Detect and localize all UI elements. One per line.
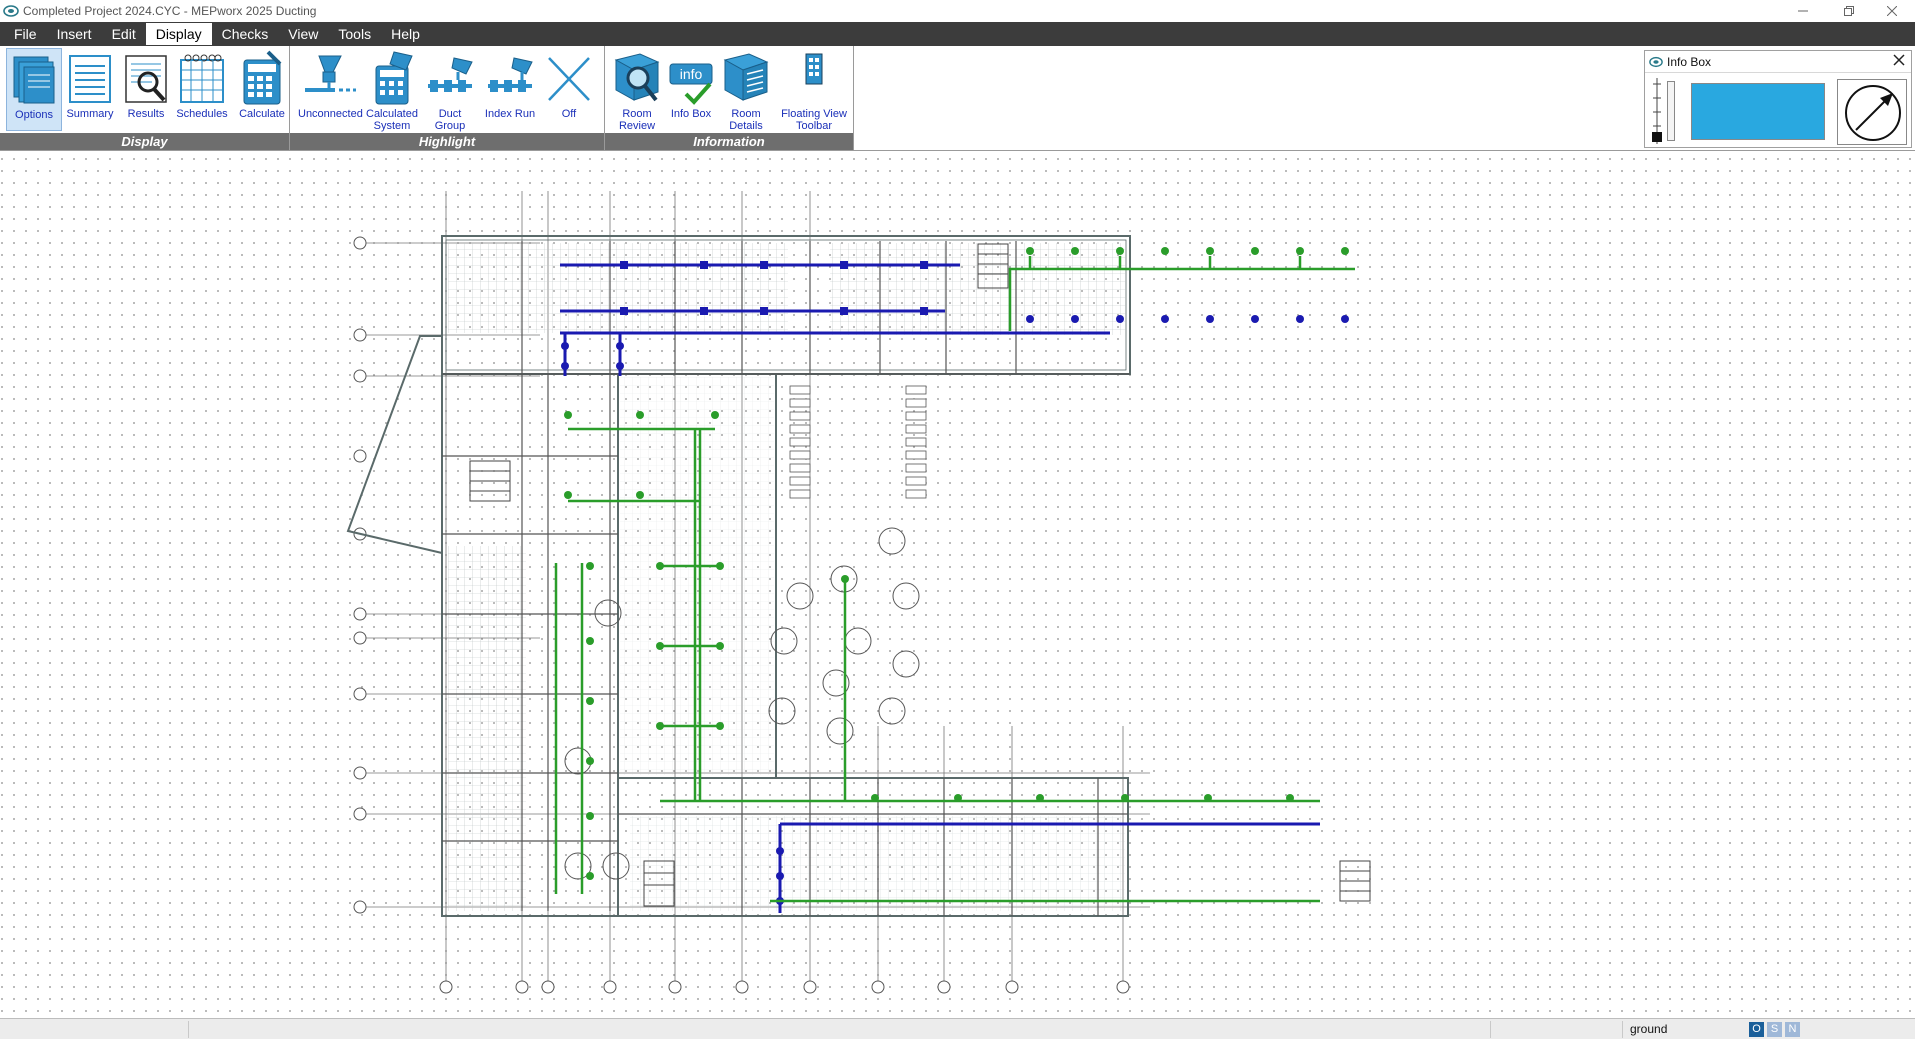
toggle-n-button[interactable]: N [1785, 1022, 1800, 1037]
status-bar: ground O S N [0, 1018, 1915, 1039]
room-details-button[interactable]: Room Details [719, 48, 773, 132]
floating-view-toolbar-label: Floating View Toolbar [781, 108, 847, 132]
floor-plan-drawing[interactable] [0, 151, 1915, 1019]
toggle-s-button[interactable]: S [1767, 1022, 1782, 1037]
close-icon [1887, 6, 1897, 16]
results-icon [125, 55, 167, 103]
application-window: Completed Project 2024.CYC - MEPworx 202… [0, 0, 1915, 1039]
off-x-icon [548, 57, 590, 101]
restore-button[interactable] [1826, 0, 1872, 22]
info-box-close-button[interactable] [1893, 53, 1905, 71]
menu-file[interactable]: File [4, 23, 47, 45]
info-box-panel[interactable]: Info Box [1644, 50, 1912, 148]
menu-checks[interactable]: Checks [212, 23, 279, 45]
title-bar: Completed Project 2024.CYC - MEPworx 202… [0, 0, 1915, 22]
drawing-canvas[interactable] [0, 150, 1915, 1019]
ribbon-group-display: Options Summary Results Schedules Calcul… [0, 46, 290, 150]
summary-icon [69, 55, 111, 103]
off-label: Off [561, 108, 577, 120]
info-box-icon: info [669, 63, 713, 105]
calculated-system-button[interactable]: Calculated System [362, 48, 422, 132]
current-layer[interactable]: ground [1630, 1022, 1667, 1036]
options-button[interactable]: Options [6, 48, 62, 131]
ribbon-group-information: Room Review info Info Box Room Details F… [605, 46, 854, 150]
minimize-icon [1798, 10, 1808, 12]
room-review-icon [614, 53, 660, 102]
color-swatch [1691, 83, 1825, 140]
status-segment [188, 1021, 189, 1038]
info-box-title: Info Box [1667, 54, 1712, 69]
close-window-button[interactable] [1869, 0, 1915, 22]
room-review-label: Room Review [618, 108, 656, 132]
menu-help[interactable]: Help [381, 23, 430, 45]
results-label: Results [127, 108, 165, 120]
summary-button[interactable]: Summary [62, 48, 118, 131]
status-segment [1622, 1021, 1623, 1038]
menu-bar: File Insert Edit Display Checks View Too… [0, 22, 1915, 46]
menu-edit[interactable]: Edit [102, 23, 146, 45]
floating-view-toolbar-button[interactable]: Floating View Toolbar [777, 48, 851, 132]
room-details-label: Room Details [729, 108, 763, 132]
info-box-icon [1649, 56, 1663, 67]
restore-icon [1844, 6, 1854, 16]
summary-label: Summary [66, 108, 114, 120]
duct-group-label: Duct Group [434, 108, 466, 132]
index-run-label: Index Run [484, 108, 536, 120]
calculate-icon [243, 50, 282, 105]
group-label-highlight: Highlight [290, 133, 604, 150]
north-arrow-icon [1845, 85, 1901, 141]
ribbon-group-highlight: Unconnected Calculated System Duct Group… [290, 46, 605, 150]
unconnected-icon [305, 55, 356, 92]
duct-group-icon [428, 57, 473, 92]
north-arrow-panel [1837, 79, 1907, 145]
menu-tools[interactable]: Tools [328, 23, 381, 45]
room-details-icon [723, 53, 769, 101]
info-box-titlebar[interactable]: Info Box [1645, 51, 1911, 73]
unconnected-label: Unconnected [298, 108, 363, 120]
status-segment [1490, 1021, 1491, 1038]
unconnected-button[interactable]: Unconnected [298, 48, 363, 131]
highlight-off-button[interactable]: Off [544, 48, 594, 131]
menu-view[interactable]: View [278, 23, 328, 45]
ribbon-toolbar: Options Summary Results Schedules Calcul… [0, 46, 854, 150]
menu-display[interactable]: Display [145, 23, 212, 45]
options-label: Options [15, 109, 53, 121]
close-icon [1893, 54, 1905, 66]
room-review-button[interactable]: Room Review [611, 48, 663, 132]
window-title: Completed Project 2024.CYC - MEPworx 202… [23, 4, 317, 18]
schedules-icon [180, 54, 224, 103]
duct-group-button[interactable]: Duct Group [422, 48, 478, 132]
calculated-system-icon [375, 51, 413, 105]
options-icon [13, 56, 55, 104]
toggle-o-button[interactable]: O [1749, 1022, 1764, 1037]
calculate-button[interactable]: Calculate [234, 48, 290, 131]
schedules-button[interactable]: Schedules [174, 48, 230, 131]
group-label-information: Information [605, 133, 853, 150]
level-scale-icon [1652, 78, 1662, 144]
app-logo-icon [3, 5, 19, 17]
group-label-display: Display [0, 133, 289, 150]
calculate-label: Calculate [239, 108, 285, 120]
info-box-button[interactable]: info Info Box [667, 48, 715, 131]
index-run-icon [488, 57, 533, 92]
schedules-label: Schedules [176, 108, 228, 120]
info-icon-text: info [680, 66, 703, 82]
menu-insert[interactable]: Insert [47, 23, 102, 45]
minimize-button[interactable] [1780, 0, 1826, 22]
level-indicator [1667, 81, 1675, 141]
index-run-button[interactable]: Index Run [480, 48, 540, 131]
floating-toolbar-icon [805, 53, 823, 85]
results-button[interactable]: Results [118, 48, 174, 131]
calculated-system-label: Calculated System [366, 108, 418, 132]
info-box-label: Info Box [670, 108, 712, 120]
